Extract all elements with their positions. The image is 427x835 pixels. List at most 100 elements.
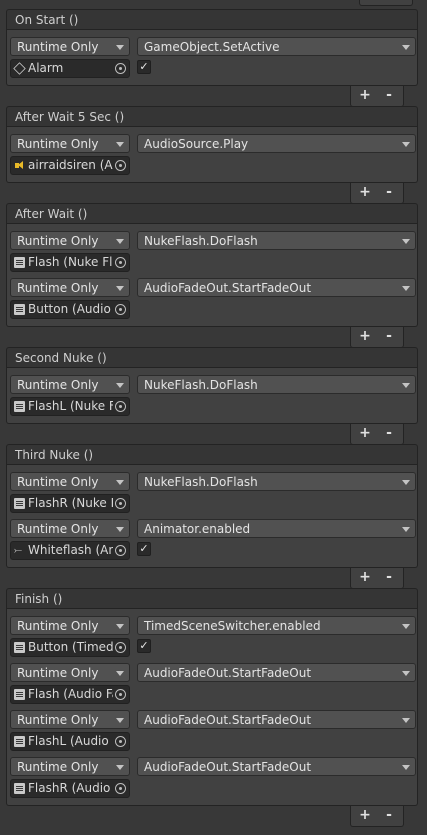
runtime-dropdown[interactable]: Runtime Only (10, 231, 130, 250)
function-dropdown[interactable]: NukeFlash.DoFlash (137, 231, 416, 250)
add-listener-button[interactable]: + (355, 327, 375, 345)
runtime-label: Runtime Only (17, 619, 99, 633)
object-field[interactable]: FlashR (Audio I (10, 779, 130, 798)
bool-checkbox[interactable]: ✓ (137, 60, 151, 74)
bool-checkbox[interactable]: ✓ (137, 542, 151, 556)
object-picker-icon[interactable] (115, 783, 126, 794)
runtime-dropdown[interactable]: Runtime Only (10, 278, 130, 297)
object-field[interactable]: ⤚ Whiteflash (An (10, 541, 130, 560)
add-listener-button[interactable]: + (355, 424, 375, 442)
object-label: Button (Timed (28, 640, 113, 654)
object-label: Flash (Nuke Fla (28, 255, 113, 269)
runtime-dropdown[interactable]: Runtime Only (10, 663, 130, 682)
add-listener-button[interactable]: + (355, 86, 375, 104)
object-picker-icon[interactable] (115, 545, 126, 556)
remove-listener-button[interactable]: - (379, 568, 399, 586)
listener-entry: Runtime Only AudioFadeOut.StartFadeOut F… (7, 754, 417, 801)
chevron-down-icon (116, 624, 124, 629)
script-icon (14, 498, 25, 509)
event-second-nuke: Second Nuke () Runtime Only NukeFlash.Do… (6, 347, 418, 445)
event-footer: + - (350, 327, 404, 348)
object-field[interactable]: Flash (Nuke Fla (10, 253, 130, 272)
event-body: Runtime Only NukeFlash.DoFlash FlashL (N… (6, 368, 418, 424)
script-icon (14, 304, 25, 315)
chevron-down-icon (402, 671, 410, 676)
runtime-label: Runtime Only (17, 40, 99, 54)
object-picker-icon[interactable] (115, 498, 126, 509)
function-dropdown[interactable]: AudioFadeOut.StartFadeOut (137, 757, 416, 776)
object-picker-icon[interactable] (115, 736, 126, 747)
function-label: NukeFlash.DoFlash (144, 378, 258, 392)
function-label: GameObject.SetActive (144, 40, 280, 54)
remove-listener-button[interactable]: - (379, 327, 399, 345)
event-finish: Finish () Runtime Only TimedSceneSwitche… (6, 588, 418, 827)
remove-listener-button[interactable]: - (379, 424, 399, 442)
object-picker-icon[interactable] (115, 304, 126, 315)
object-picker-icon[interactable] (115, 401, 126, 412)
function-dropdown[interactable]: AudioFadeOut.StartFadeOut (137, 663, 416, 682)
chevron-down-icon (402, 286, 410, 291)
function-label: AudioFadeOut.StartFadeOut (144, 281, 312, 295)
listener-entry: Runtime Only AudioFadeOut.StartFadeOut F… (7, 660, 417, 707)
event-body: Runtime Only NukeFlash.DoFlash FlashR (N… (6, 465, 418, 568)
function-dropdown[interactable]: NukeFlash.DoFlash (137, 472, 416, 491)
object-label: FlashR (Nuke F (28, 496, 113, 510)
object-field[interactable]: Button (Timed (10, 638, 130, 657)
object-picker-icon[interactable] (115, 160, 126, 171)
chevron-down-icon (402, 765, 410, 770)
runtime-dropdown[interactable]: Runtime Only (10, 616, 130, 635)
function-dropdown[interactable]: NukeFlash.DoFlash (137, 375, 416, 394)
add-listener-button[interactable]: + (355, 183, 375, 201)
function-dropdown[interactable]: AudioFadeOut.StartFadeOut (137, 278, 416, 297)
chevron-down-icon (402, 45, 410, 50)
add-listener-button[interactable]: + (355, 806, 375, 824)
add-listener-button[interactable]: + (355, 568, 375, 586)
object-label: FlashL (Nuke F (28, 399, 113, 413)
function-dropdown[interactable]: TimedSceneSwitcher.enabled (137, 616, 416, 635)
runtime-dropdown[interactable]: Runtime Only (10, 472, 130, 491)
script-icon (14, 257, 25, 268)
object-picker-icon[interactable] (115, 63, 126, 74)
event-title: After Wait () (6, 203, 418, 224)
object-field[interactable]: Alarm (10, 59, 130, 78)
function-dropdown[interactable]: GameObject.SetActive (137, 37, 416, 56)
object-picker-icon[interactable] (115, 257, 126, 268)
function-dropdown[interactable]: Animator.enabled (137, 519, 416, 538)
event-footer: + - (350, 183, 404, 204)
runtime-dropdown[interactable]: Runtime Only (10, 375, 130, 394)
remove-listener-button[interactable]: - (379, 183, 399, 201)
function-label: AudioFadeOut.StartFadeOut (144, 666, 312, 680)
object-label: airraidsiren (Au (28, 158, 113, 172)
object-field[interactable]: FlashR (Nuke F (10, 494, 130, 513)
runtime-dropdown[interactable]: Runtime Only (10, 134, 130, 153)
function-dropdown[interactable]: AudioFadeOut.StartFadeOut (137, 710, 416, 729)
runtime-dropdown[interactable]: Runtime Only (10, 37, 130, 56)
runtime-dropdown[interactable]: Runtime Only (10, 757, 130, 776)
remove-listener-button[interactable]: - (379, 806, 399, 824)
object-field[interactable]: Button (Audio I (10, 300, 130, 319)
runtime-dropdown[interactable]: Runtime Only (10, 710, 130, 729)
object-picker-icon[interactable] (115, 642, 126, 653)
runtime-label: Runtime Only (17, 666, 99, 680)
function-dropdown[interactable]: AudioSource.Play (137, 134, 416, 153)
object-field[interactable]: airraidsiren (Au (10, 156, 130, 175)
runtime-label: Runtime Only (17, 378, 99, 392)
object-field[interactable]: Flash (Audio Fa (10, 685, 130, 704)
function-label: Animator.enabled (144, 522, 251, 536)
audio-source-icon (14, 160, 25, 171)
chevron-down-icon (116, 480, 124, 485)
script-icon (14, 783, 25, 794)
previous-event-footer (359, 0, 413, 6)
runtime-label: Runtime Only (17, 281, 99, 295)
object-label: Button (Audio I (28, 302, 113, 316)
bool-checkbox[interactable]: ✓ (137, 639, 151, 653)
listener-entry: Runtime Only AudioSource.Play airraidsir… (7, 131, 417, 178)
object-field[interactable]: FlashL (Audio F (10, 732, 130, 751)
object-picker-icon[interactable] (115, 689, 126, 700)
runtime-dropdown[interactable]: Runtime Only (10, 519, 130, 538)
chevron-down-icon (116, 718, 124, 723)
object-field[interactable]: FlashL (Nuke F (10, 397, 130, 416)
remove-listener-button[interactable]: - (379, 86, 399, 104)
script-icon (14, 642, 25, 653)
listener-entry: Runtime Only NukeFlash.DoFlash Flash (Nu… (7, 228, 417, 275)
